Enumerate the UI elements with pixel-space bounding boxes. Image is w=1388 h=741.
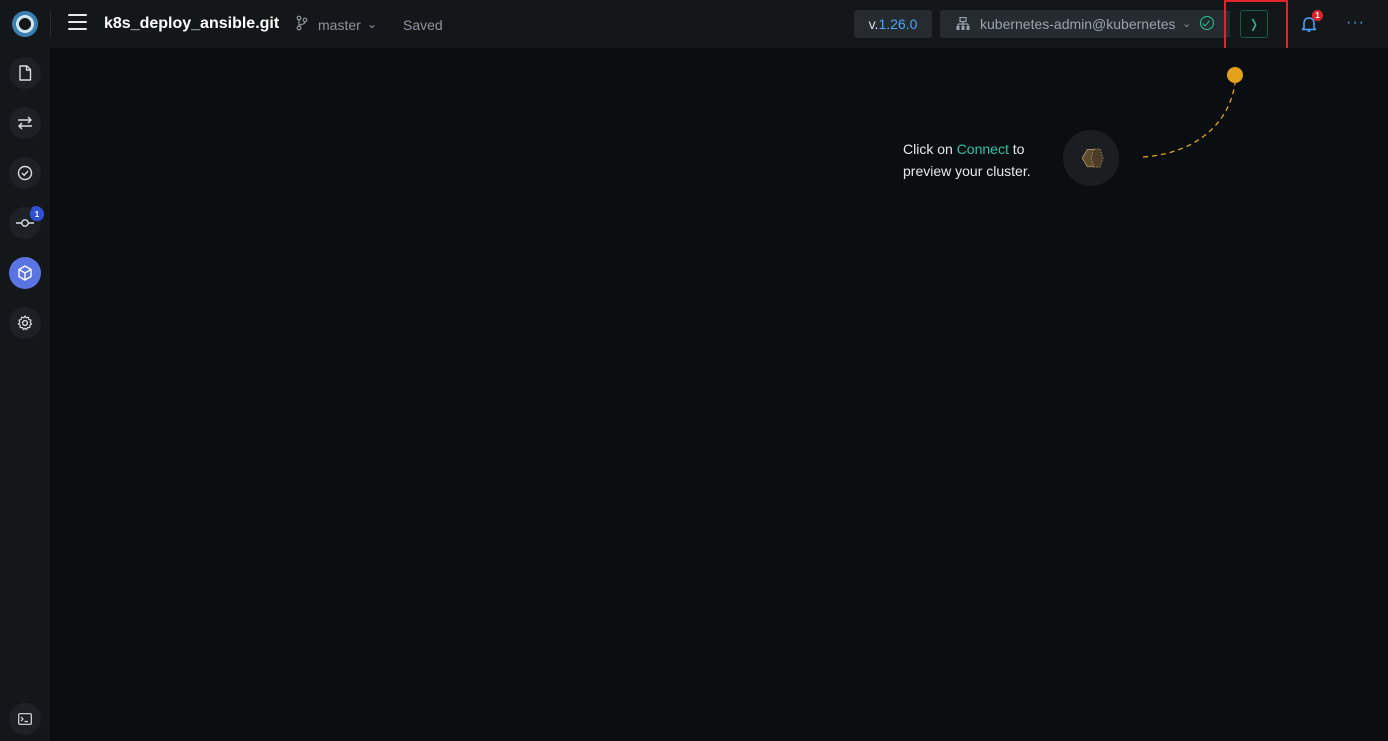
version-prefix: v. bbox=[868, 16, 879, 32]
hexagon-icon bbox=[1081, 148, 1104, 168]
sidebar-item-settings[interactable] bbox=[9, 307, 41, 339]
divider bbox=[50, 11, 51, 37]
menu-icon[interactable] bbox=[68, 14, 88, 32]
cluster-context-selector[interactable]: kubernetes-admin@kubernetes ⌄ bbox=[940, 10, 1230, 38]
hint-line2: preview your cluster. bbox=[903, 163, 1031, 179]
cluster-illustration bbox=[1063, 130, 1119, 186]
context-label: kubernetes-admin@kubernetes bbox=[980, 16, 1176, 32]
terminal-icon bbox=[18, 713, 32, 725]
more-options-button[interactable]: ··· bbox=[1346, 14, 1365, 32]
sidebar: 37 1 1 bbox=[0, 48, 50, 741]
git-commit-badge: 1 bbox=[30, 207, 44, 221]
terminal-button[interactable] bbox=[9, 703, 41, 735]
hint-suffix: to bbox=[1008, 141, 1025, 157]
connect-hint: Click on Connect to preview your cluster… bbox=[903, 138, 1031, 182]
file-icon bbox=[19, 65, 32, 81]
sidebar-item-validation[interactable] bbox=[9, 157, 41, 189]
sidebar-item-cluster[interactable] bbox=[9, 257, 41, 289]
cluster-icon bbox=[956, 17, 970, 30]
gear-icon bbox=[17, 315, 33, 331]
version-number: 1.26.0 bbox=[878, 16, 918, 32]
swap-arrows-icon bbox=[18, 116, 32, 130]
sidebar-item-files[interactable] bbox=[9, 57, 41, 89]
repo-title[interactable]: k8s_deploy_ansible.git bbox=[104, 15, 279, 33]
version-button[interactable]: v. 1.26.0 bbox=[854, 10, 932, 38]
connect-icon: ❭ bbox=[1248, 17, 1260, 31]
branch-selector[interactable]: master bbox=[318, 17, 361, 33]
check-circle-icon bbox=[17, 165, 33, 181]
chevron-down-icon[interactable]: ⌄ bbox=[1182, 17, 1191, 30]
connected-check-icon bbox=[1200, 16, 1214, 30]
top-bar: k8s_deploy_ansible.git master ⌄ Saved v.… bbox=[0, 0, 1388, 51]
cube-icon bbox=[18, 265, 32, 281]
connect-button[interactable]: ❭ bbox=[1240, 10, 1268, 38]
git-branch-icon bbox=[296, 15, 308, 31]
pointer-dot bbox=[1227, 67, 1243, 83]
save-status: Saved bbox=[403, 17, 443, 33]
notification-badge: 1 bbox=[1312, 10, 1323, 21]
hint-prefix: Click on bbox=[903, 141, 957, 157]
sidebar-item-compare[interactable] bbox=[9, 107, 41, 139]
pointer-curve bbox=[1142, 82, 1236, 158]
chevron-down-icon[interactable]: ⌄ bbox=[367, 17, 377, 31]
app-logo[interactable] bbox=[12, 11, 38, 37]
connect-link[interactable]: Connect bbox=[957, 141, 1009, 157]
